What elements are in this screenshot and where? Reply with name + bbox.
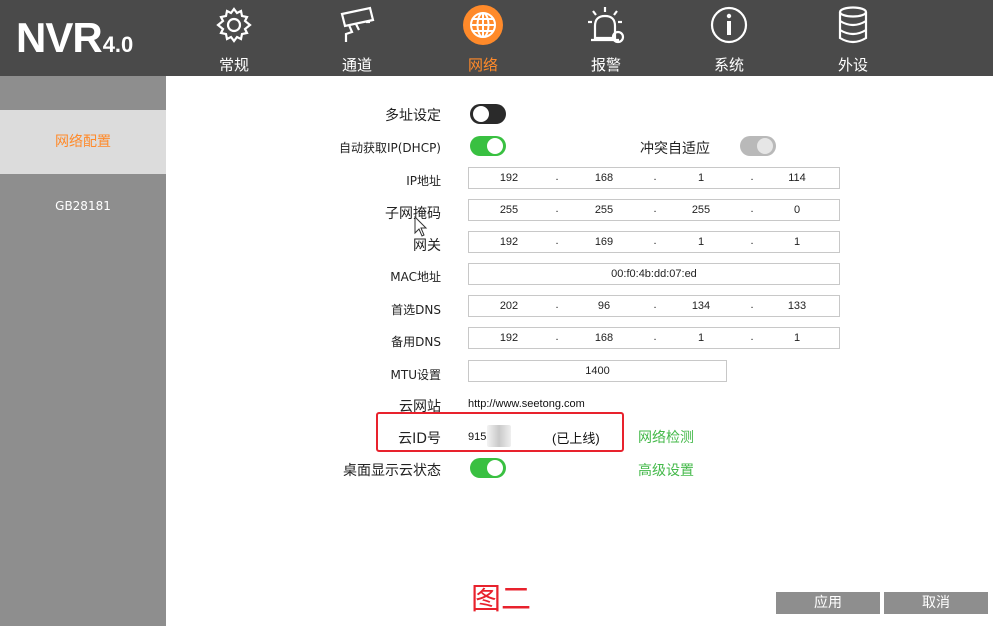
nav-system[interactable]: 系统: [684, 0, 774, 76]
nav-general[interactable]: 常规: [189, 0, 279, 76]
logo-version: 4.0: [102, 32, 134, 57]
logo-main: NVR: [16, 14, 103, 61]
subnet-octet-1[interactable]: 255: [479, 204, 539, 216]
gateway-octet-4[interactable]: 1: [767, 236, 827, 248]
subnet-label: 子网掩码: [385, 206, 441, 222]
network-test-link[interactable]: 网络检测: [638, 427, 694, 447]
octet-dot: .: [555, 235, 559, 247]
octet-dot: .: [653, 235, 657, 247]
dhcp-toggle[interactable]: [470, 136, 506, 156]
octet-dot: .: [555, 331, 559, 343]
gateway-label: 网关: [413, 238, 441, 254]
nav-alarm[interactable]: 报警: [561, 0, 651, 76]
dns1-octet-1[interactable]: 202: [479, 300, 539, 312]
octet-dot: .: [750, 203, 754, 215]
cancel-button[interactable]: 取消: [884, 592, 988, 614]
nav-label: 报警: [590, 56, 621, 74]
subnet-mask-input[interactable]: 255 . 255 . 255 . 0: [468, 199, 840, 221]
ip-octet-2[interactable]: 168: [574, 172, 634, 184]
sidebar-item-gb28181[interactable]: GB28181: [0, 174, 166, 238]
ip-octet-3[interactable]: 1: [671, 172, 731, 184]
nav-peripheral[interactable]: 外设: [808, 0, 898, 76]
nvr-logo: NVR4.0: [16, 14, 133, 62]
subnet-octet-3[interactable]: 255: [671, 204, 731, 216]
dns2-octet-4[interactable]: 1: [767, 332, 827, 344]
alternate-dns-input[interactable]: 192 . 168 . 1 . 1: [468, 327, 840, 349]
dns1-octet-3[interactable]: 134: [671, 300, 731, 312]
nav-channel[interactable]: 通道: [312, 0, 402, 76]
conflict-label: 冲突自适应: [640, 141, 710, 157]
octet-dot: .: [555, 171, 559, 183]
dns1-octet-2[interactable]: 96: [574, 300, 634, 312]
octet-dot: .: [555, 299, 559, 311]
nav-label: 常规: [218, 56, 249, 74]
subnet-octet-2[interactable]: 255: [574, 204, 634, 216]
gateway-input[interactable]: 192 . 169 . 1 . 1: [468, 231, 840, 253]
dhcp-label: 自动获取IP(DHCP): [338, 141, 441, 155]
multi-address-toggle[interactable]: [470, 104, 506, 124]
octet-dot: .: [653, 203, 657, 215]
nav-network[interactable]: 网络: [438, 0, 528, 76]
dns2-octet-3[interactable]: 1: [671, 332, 731, 344]
desktop-cloud-label: 桌面显示云状态: [343, 463, 441, 479]
camera-icon: [340, 6, 375, 42]
cloud-id-highlight: [376, 412, 624, 452]
octet-dot: .: [750, 331, 754, 343]
octet-dot: .: [653, 299, 657, 311]
advanced-settings-link[interactable]: 高级设置: [638, 460, 694, 480]
nav-label: 外设: [837, 56, 868, 74]
toggle-knob: [487, 460, 503, 476]
toggle-knob: [473, 106, 489, 122]
gateway-octet-2[interactable]: 169: [574, 236, 634, 248]
nav-label: 系统: [713, 56, 744, 74]
mtu-label: MTU设置: [390, 368, 441, 382]
sidebar: 网络配置 GB28181: [0, 76, 166, 626]
octet-dot: .: [750, 235, 754, 247]
subnet-octet-4[interactable]: 0: [767, 204, 827, 216]
dns1-octet-4[interactable]: 133: [767, 300, 827, 312]
alarm-icon: [588, 7, 625, 44]
toggle-knob: [757, 138, 773, 154]
mouse-cursor-icon: [414, 216, 428, 237]
mtu-input[interactable]: 1400: [468, 360, 727, 382]
nav-label: 网络: [467, 56, 498, 74]
octet-dot: .: [653, 331, 657, 343]
info-icon: [710, 6, 748, 44]
ip-octet-1[interactable]: 192: [479, 172, 539, 184]
toggle-knob: [487, 138, 503, 154]
globe-icon: [463, 5, 503, 45]
octet-dot: .: [653, 171, 657, 183]
gateway-octet-1[interactable]: 192: [479, 236, 539, 248]
mac-label: MAC地址: [390, 270, 441, 284]
octet-dot: .: [555, 203, 559, 215]
multi-address-label: 多址设定: [385, 108, 441, 124]
dns2-octet-1[interactable]: 192: [479, 332, 539, 344]
desktop-cloud-toggle[interactable]: [470, 458, 506, 478]
nav-label: 通道: [341, 56, 372, 74]
mac-address-field: 00:f0:4b:dd:07:ed: [468, 263, 840, 285]
dns2-octet-2[interactable]: 168: [574, 332, 634, 344]
ip-address-input[interactable]: 192 . 168 . 1 . 114: [468, 167, 840, 189]
apply-button[interactable]: 应用: [776, 592, 880, 614]
octet-dot: .: [750, 299, 754, 311]
dns1-label: 首选DNS: [391, 303, 441, 317]
sidebar-item-network-config[interactable]: 网络配置: [0, 110, 166, 174]
preferred-dns-input[interactable]: 202 . 96 . 134 . 133: [468, 295, 840, 317]
gear-icon: [216, 7, 252, 43]
figure-caption: 图二: [471, 582, 531, 617]
dns2-label: 备用DNS: [391, 335, 441, 349]
ip-label: IP地址: [406, 174, 441, 188]
octet-dot: .: [750, 171, 754, 183]
gateway-octet-3[interactable]: 1: [671, 236, 731, 248]
cloud-site-url: http://www.seetong.com: [468, 398, 585, 410]
top-bar: NVR4.0 常规 通道 网络 报警 系统 外设: [0, 0, 993, 76]
database-icon: [838, 6, 868, 44]
ip-octet-4[interactable]: 114: [767, 172, 827, 184]
conflict-toggle[interactable]: [740, 136, 776, 156]
